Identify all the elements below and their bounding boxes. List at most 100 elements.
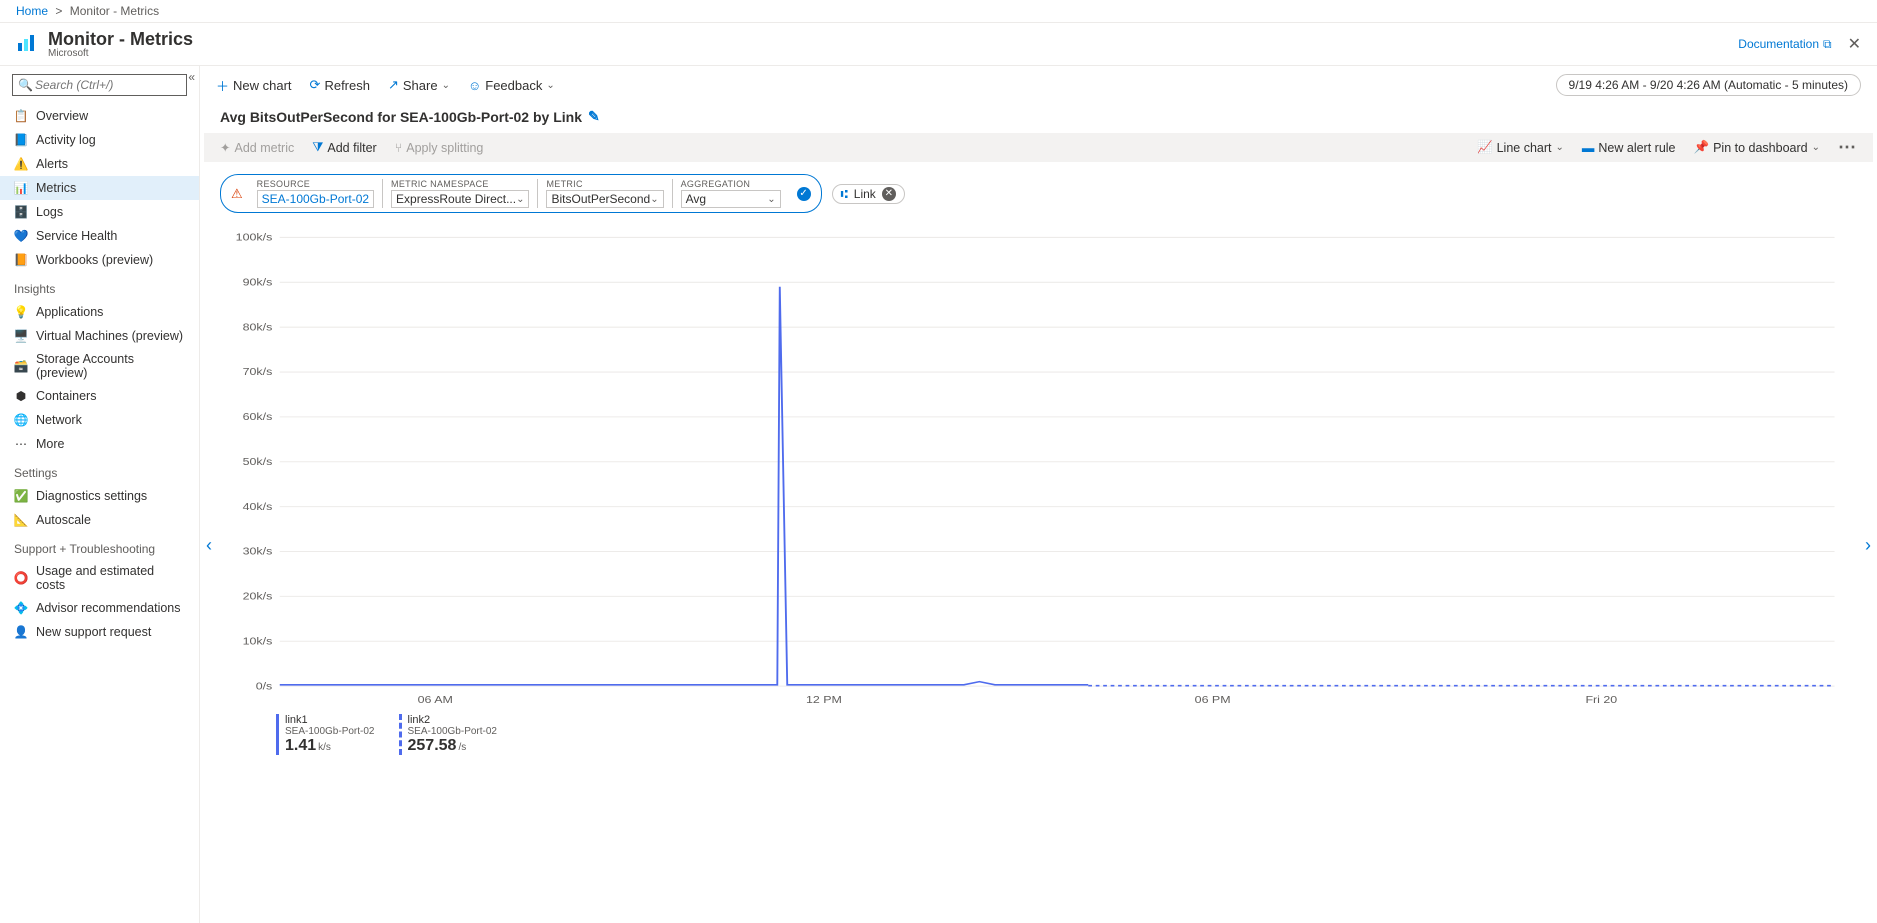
sidebar-item-autoscale[interactable]: 📐Autoscale bbox=[0, 508, 199, 532]
sidebar-item-service-health[interactable]: 💙 Service Health bbox=[0, 224, 199, 248]
network-icon: 🌐 bbox=[14, 413, 28, 427]
search-input[interactable] bbox=[12, 74, 187, 96]
chevron-down-icon: ⌄ bbox=[1556, 142, 1564, 153]
svg-text:100k/s: 100k/s bbox=[236, 232, 273, 243]
legend-value: 257.58 bbox=[408, 737, 457, 754]
confirm-icon[interactable]: ✓ bbox=[797, 187, 811, 201]
svg-text:30k/s: 30k/s bbox=[243, 546, 273, 557]
chart[interactable]: 0/s10k/s20k/s30k/s40k/s50k/s60k/s70k/s80… bbox=[230, 227, 1847, 707]
containers-icon: ⬢ bbox=[14, 389, 28, 403]
sidebar-item-new-support-request[interactable]: 👤New support request bbox=[0, 620, 199, 644]
sidebar-item-applications[interactable]: 💡Applications bbox=[0, 300, 199, 324]
filter-bar: ✦Add metric ⧩Add filter ⑂Apply splitting… bbox=[204, 133, 1873, 162]
sidebar-group-title: Settings bbox=[0, 456, 199, 484]
svg-text:50k/s: 50k/s bbox=[243, 457, 273, 468]
sidebar: « 🔍 📋Overview📘Activity log⚠️Alerts📊Metri… bbox=[0, 66, 200, 923]
new-chart-button[interactable]: ＋New chart bbox=[216, 76, 292, 95]
line-chart-icon: 📈 bbox=[1477, 140, 1493, 155]
chart-type-selector[interactable]: 📈Line chart⌄ bbox=[1477, 140, 1564, 155]
svg-text:06 AM: 06 AM bbox=[418, 695, 453, 706]
namespace-selector[interactable]: ExpressRoute Direct...⌄ bbox=[391, 190, 529, 208]
edit-title-icon[interactable]: ✎ bbox=[588, 108, 600, 125]
sidebar-group-title: Insights bbox=[0, 272, 199, 300]
legend-value: 1.41 bbox=[285, 737, 316, 754]
aggregation-selector[interactable]: Avg⌄ bbox=[681, 190, 781, 208]
vm-icon: 🖥️ bbox=[14, 329, 28, 343]
sidebar-item-advisor-recommendations[interactable]: 💠 Advisor recommendations bbox=[0, 596, 199, 620]
sidebar-item-overview[interactable]: 📋Overview bbox=[0, 104, 199, 128]
new-alert-button[interactable]: ▬New alert rule bbox=[1582, 141, 1676, 155]
external-link-icon: ⧉ bbox=[1823, 37, 1832, 52]
legend-item-link1[interactable]: link1SEA-100Gb-Port-021.41k/s bbox=[276, 714, 375, 755]
sidebar-item-logs[interactable]: 🗄️ Logs bbox=[0, 200, 199, 224]
sidebar-item-virtual-machines-preview-[interactable]: 🖥️ Virtual Machines (preview) bbox=[0, 324, 199, 348]
sidebar-item-network[interactable]: 🌐 Network bbox=[0, 408, 199, 432]
sidebar-item-label: Alerts bbox=[36, 157, 68, 171]
sidebar-item-label: Virtual Machines (preview) bbox=[36, 329, 183, 343]
metric-label: METRIC bbox=[546, 179, 663, 189]
filter-icon: ⧩ bbox=[312, 140, 323, 155]
documentation-link[interactable]: Documentation ⧉ bbox=[1738, 37, 1831, 52]
sidebar-item-containers[interactable]: ⬢Containers bbox=[0, 384, 199, 408]
time-range-selector[interactable]: 9/19 4:26 AM - 9/20 4:26 AM (Automatic -… bbox=[1556, 74, 1861, 96]
sidebar-item-metrics[interactable]: 📊Metrics bbox=[0, 176, 199, 200]
warning-icon: ⚠ bbox=[231, 186, 243, 202]
link-chip[interactable]: ⑆ Link ✕ bbox=[832, 184, 905, 204]
add-metric-button[interactable]: ✦Add metric bbox=[220, 140, 294, 155]
toolbar: ＋New chart ⟳Refresh ↗Share⌄ ☺Feedback⌄ 9… bbox=[200, 66, 1877, 104]
remove-chip-icon[interactable]: ✕ bbox=[882, 187, 896, 201]
close-icon[interactable]: ✕ bbox=[1848, 34, 1861, 54]
breadcrumb-home[interactable]: Home bbox=[16, 4, 48, 18]
apply-splitting-button[interactable]: ⑂Apply splitting bbox=[395, 141, 484, 155]
metric-selector[interactable]: BitsOutPerSecond⌄ bbox=[546, 190, 663, 208]
sidebar-item-label: Usage and estimated costs bbox=[36, 564, 185, 592]
sidebar-item-more[interactable]: ⋯ More bbox=[0, 432, 199, 456]
svg-text:0/s: 0/s bbox=[256, 681, 273, 692]
resource-selector[interactable]: SEA-100Gb-Port-02 bbox=[257, 190, 374, 208]
search-icon: 🔍 bbox=[18, 78, 33, 92]
sidebar-group-title: Support + Troubleshooting bbox=[0, 532, 199, 560]
sidebar-item-label: Workbooks (preview) bbox=[36, 253, 153, 267]
share-icon: ↗ bbox=[388, 77, 399, 93]
sidebar-item-diagnostics-settings[interactable]: ✅Diagnostics settings bbox=[0, 484, 199, 508]
add-filter-button[interactable]: ⧩Add filter bbox=[312, 140, 377, 155]
legend-item-link2[interactable]: link2SEA-100Gb-Port-02257.58/s bbox=[399, 714, 498, 755]
split-icon: ⑂ bbox=[395, 141, 403, 155]
sidebar-item-storage-accounts-preview-[interactable]: 🗃️Storage Accounts (preview) bbox=[0, 348, 199, 384]
sidebar-item-workbooks-preview-[interactable]: 📙 Workbooks (preview) bbox=[0, 248, 199, 272]
pin-icon: 📌 bbox=[1694, 140, 1710, 155]
advisor-icon: 💠 bbox=[14, 601, 28, 615]
sidebar-item-label: Metrics bbox=[36, 181, 76, 195]
health-icon: 💙 bbox=[14, 229, 28, 243]
legend-name: link2 bbox=[408, 714, 498, 726]
sidebar-item-label: Advisor recommendations bbox=[36, 601, 181, 615]
chart-prev-button[interactable]: ‹ bbox=[206, 535, 212, 556]
sidebar-item-activity-log[interactable]: 📘Activity log bbox=[0, 128, 199, 152]
breadcrumb: Home > Monitor - Metrics bbox=[0, 0, 1877, 23]
more-options-button[interactable]: ⋯ bbox=[1838, 137, 1857, 158]
resource-label: RESOURCE bbox=[257, 179, 374, 189]
sidebar-item-label: More bbox=[36, 437, 64, 451]
legend-sub: SEA-100Gb-Port-02 bbox=[408, 726, 498, 737]
more-icon: ⋯ bbox=[14, 437, 28, 451]
sidebar-item-label: Network bbox=[36, 413, 82, 427]
chart-next-button[interactable]: › bbox=[1865, 535, 1871, 556]
svg-text:80k/s: 80k/s bbox=[243, 322, 273, 333]
sidebar-item-label: Service Health bbox=[36, 229, 117, 243]
refresh-button[interactable]: ⟳Refresh bbox=[310, 77, 370, 93]
logs-icon: 🗄️ bbox=[14, 205, 28, 219]
pin-dashboard-button[interactable]: 📌Pin to dashboard⌄ bbox=[1694, 140, 1820, 155]
workbooks-icon: 📙 bbox=[14, 253, 28, 267]
feedback-icon: ☺ bbox=[468, 78, 481, 93]
sidebar-item-alerts[interactable]: ⚠️Alerts bbox=[0, 152, 199, 176]
sidebar-item-usage-and-estimated-costs[interactable]: ⭕Usage and estimated costs bbox=[0, 560, 199, 596]
chart-zone: ‹ › 0/s10k/s20k/s30k/s40k/s50k/s60k/s70k… bbox=[200, 217, 1877, 923]
sidebar-item-label: Logs bbox=[36, 205, 63, 219]
metric-selector-row: ⚠ RESOURCE SEA-100Gb-Port-02 METRIC NAME… bbox=[200, 170, 1877, 217]
sidebar-item-label: Autoscale bbox=[36, 513, 91, 527]
sidebar-item-label: Diagnostics settings bbox=[36, 489, 147, 503]
breadcrumb-current: Monitor - Metrics bbox=[70, 4, 159, 18]
apps-icon: 💡 bbox=[14, 305, 28, 319]
share-button[interactable]: ↗Share⌄ bbox=[388, 77, 450, 93]
feedback-button[interactable]: ☺Feedback⌄ bbox=[468, 78, 555, 93]
